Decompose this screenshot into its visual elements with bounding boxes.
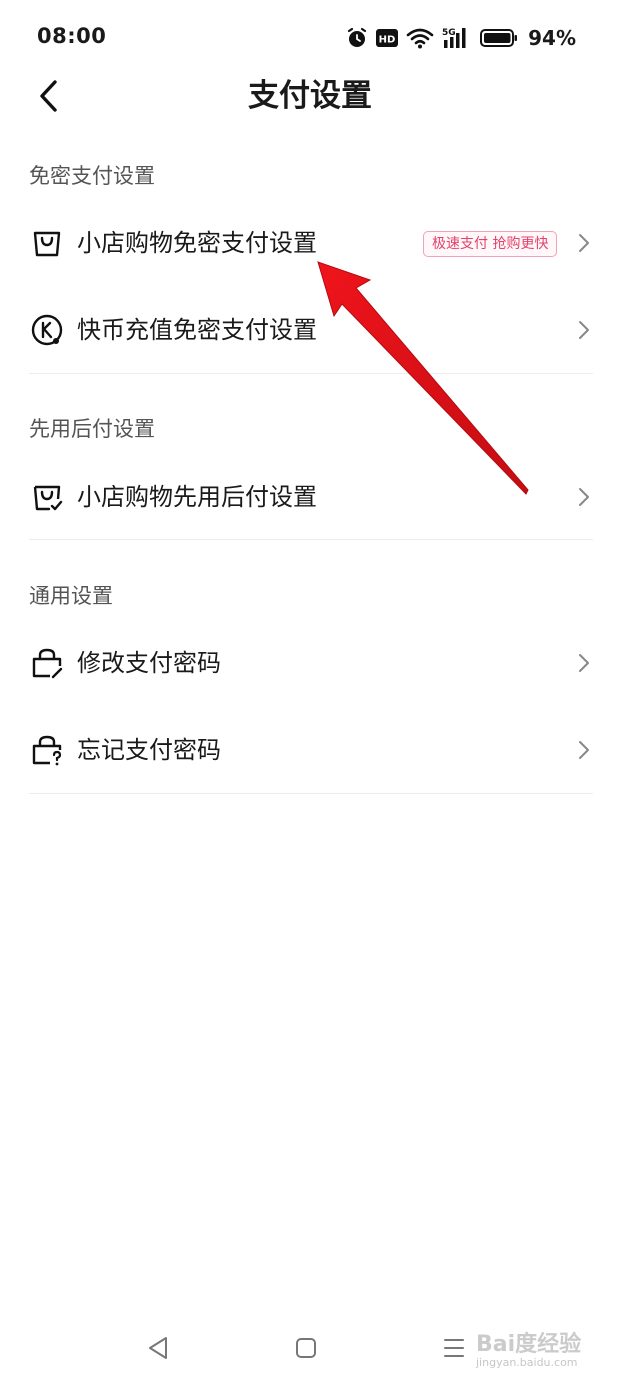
row-label: 修改支付密码: [77, 649, 221, 677]
row-label: 小店购物免密支付设置: [77, 229, 317, 257]
settings-row-shop-pay-later[interactable]: 小店购物先用后付设置: [0, 454, 620, 540]
section-header-general: 通用设置: [29, 584, 113, 608]
section-divider: [29, 793, 593, 794]
section-header-password-free: 免密支付设置: [29, 164, 155, 188]
status-icons: HD 5G 94%: [346, 24, 576, 52]
status-bar: 08:00 HD 5G 94%: [0, 0, 620, 76]
kuaibi-coin-icon: [31, 314, 63, 346]
shopping-bag-icon: [33, 231, 61, 257]
battery-icon: [480, 29, 518, 47]
promo-badge: 极速支付 抢购更快: [423, 231, 558, 257]
alarm-icon: [348, 27, 367, 47]
system-menu-button[interactable]: [436, 1330, 472, 1366]
settings-row-forgot-password[interactable]: 忘记支付密码: [0, 707, 620, 793]
section-divider: [29, 539, 593, 540]
system-home-button[interactable]: [288, 1330, 324, 1366]
shopping-bag-check-icon: [33, 485, 63, 511]
section-divider: [29, 373, 593, 374]
hd-icon: HD: [376, 29, 399, 47]
section-header-pay-later: 先用后付设置: [29, 417, 155, 441]
chevron-right-icon: [579, 741, 589, 759]
home-square-icon: [296, 1338, 316, 1358]
status-time: 08:00: [37, 24, 107, 48]
row-label: 忘记支付密码: [77, 736, 221, 764]
signal-5g-icon: 5G: [442, 28, 466, 48]
chevron-right-icon: [579, 654, 589, 672]
svg-text:HD: HD: [379, 35, 396, 46]
chevron-right-icon: [579, 321, 589, 339]
wifi-icon: [406, 28, 434, 49]
system-navigation-bar: [0, 1310, 620, 1386]
back-triangle-icon: [149, 1337, 167, 1359]
menu-lines-icon: [444, 1339, 464, 1357]
settings-row-kuaibi-password-free[interactable]: 快币充值免密支付设置: [0, 287, 620, 373]
row-label: 快币充值免密支付设置: [77, 316, 317, 344]
lock-question-icon: [32, 735, 62, 766]
chevron-right-icon: [579, 488, 589, 506]
battery-percentage: 94%: [528, 26, 576, 50]
settings-row-change-password[interactable]: 修改支付密码: [0, 620, 620, 706]
page-title: 支付设置: [248, 78, 372, 114]
payment-settings-page: 08:00 HD 5G 94% 支付设置 免密支付设置 小店购物免密支付设置 极…: [0, 0, 620, 1386]
system-back-button[interactable]: [140, 1330, 176, 1366]
chevron-right-icon: [579, 234, 589, 252]
lock-edit-icon: [32, 648, 63, 679]
row-label: 小店购物先用后付设置: [77, 483, 317, 511]
settings-row-shop-password-free[interactable]: 小店购物免密支付设置 极速支付 抢购更快: [0, 200, 620, 286]
navigation-bar: 支付设置: [0, 76, 620, 116]
svg-text:5G: 5G: [442, 28, 456, 38]
